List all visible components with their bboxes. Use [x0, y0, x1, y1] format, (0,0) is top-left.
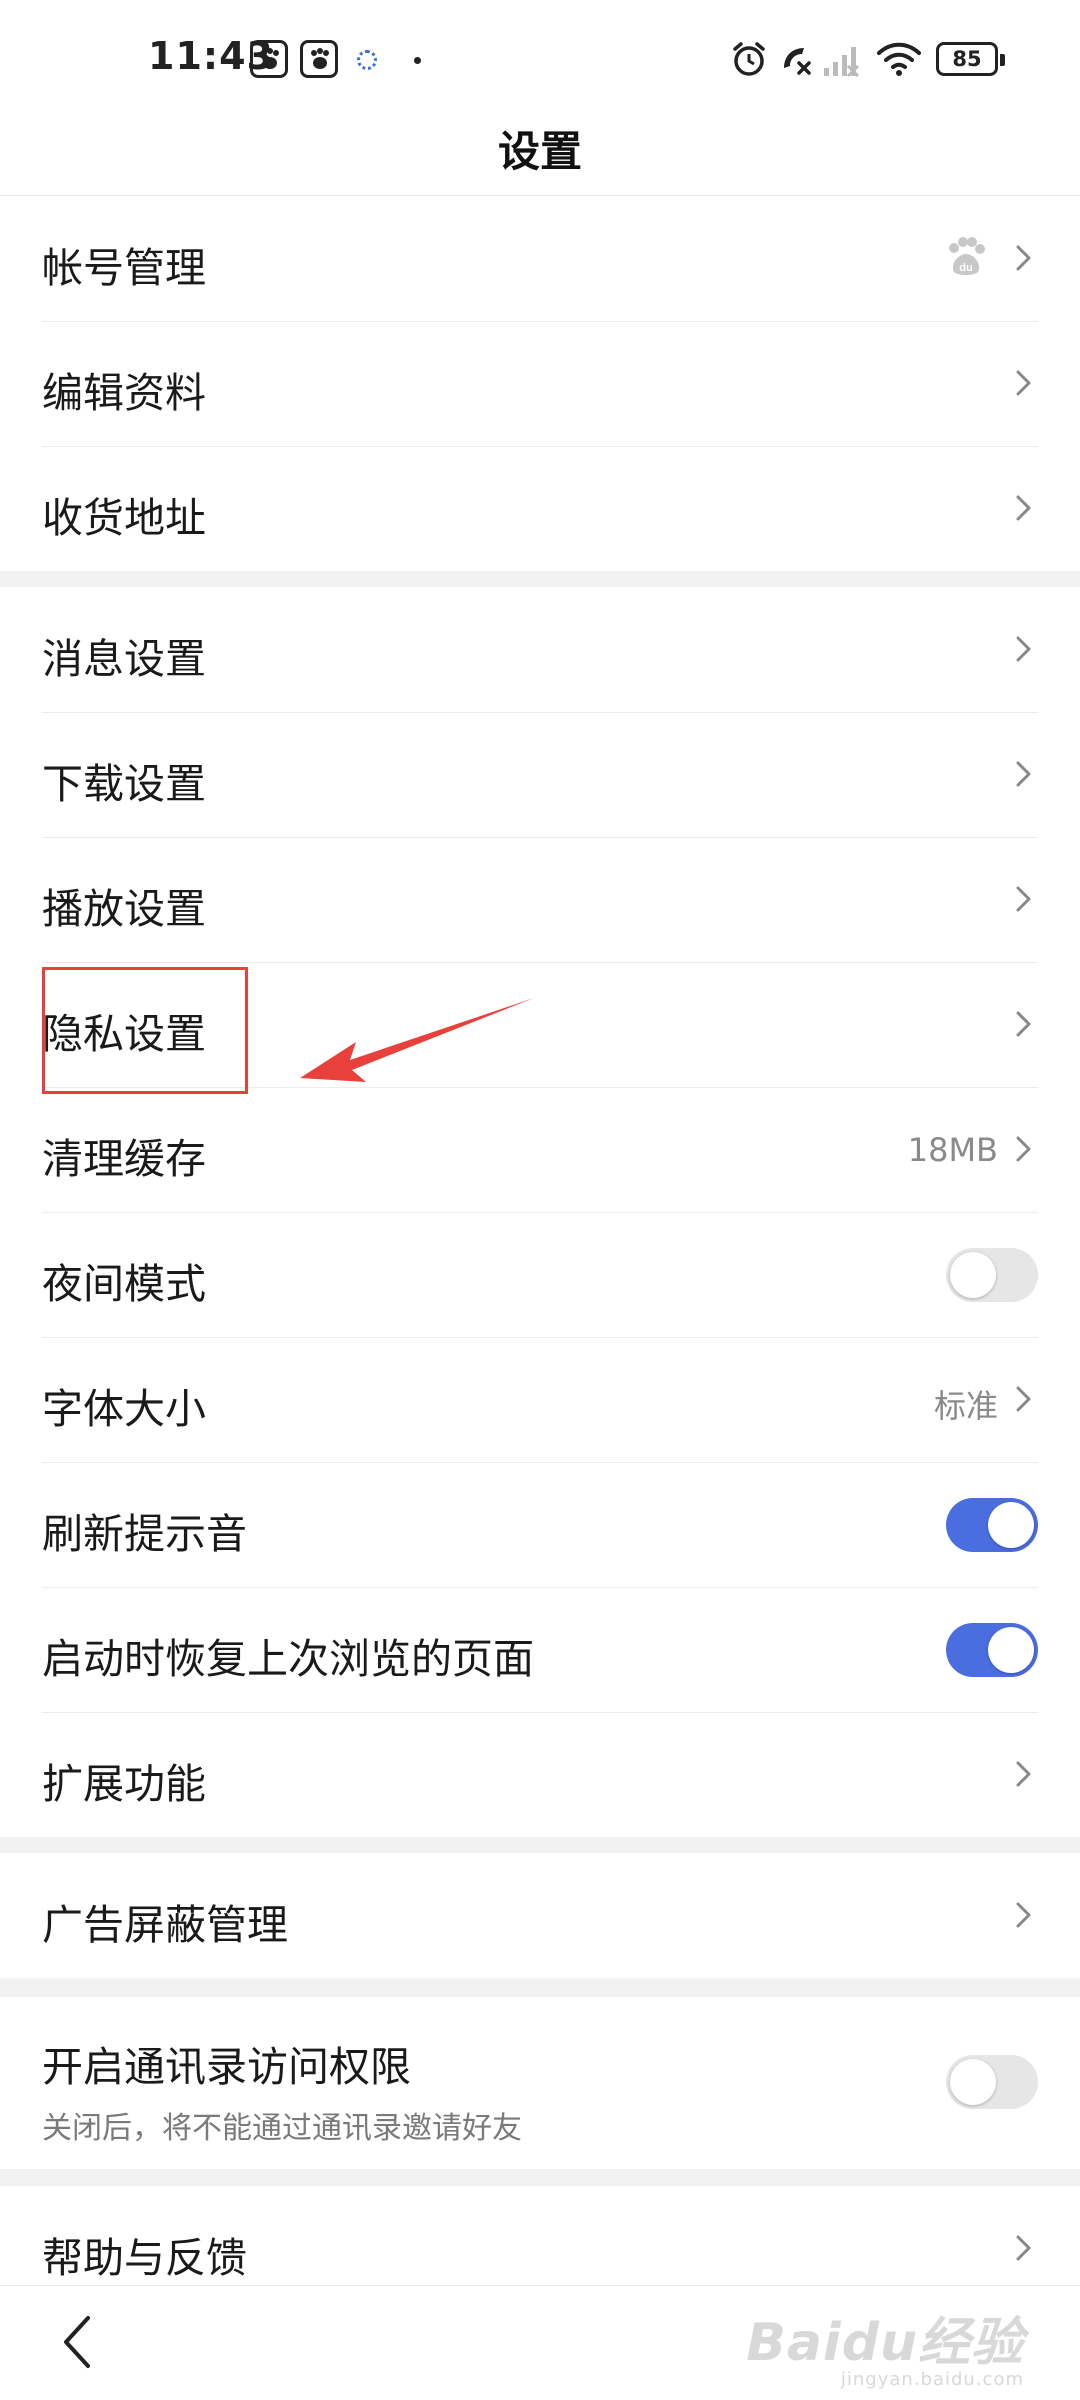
toggle-knob — [988, 1627, 1034, 1673]
watermark-logo-text: Baidu经验 — [746, 2313, 1024, 2373]
settings-group-ads: 广告屏蔽管理 — [0, 1853, 1080, 1978]
settings-item-label: 字体大小 — [42, 1385, 206, 1433]
settings-item-label: 启动时恢复上次浏览的页面 — [42, 1635, 534, 1683]
night-mode-toggle[interactable] — [946, 1248, 1038, 1302]
settings-item-ad-block[interactable]: 广告屏蔽管理 — [0, 1853, 1080, 1978]
title-bar: 设置 — [0, 100, 1080, 196]
settings-item-label: 刷新提示音 — [42, 1510, 247, 1558]
settings-item-account-management[interactable]: 帐号管理 du — [0, 196, 1080, 321]
chevron-right-icon — [1016, 761, 1031, 787]
battery-indicator: 85 — [936, 42, 1005, 76]
settings-item-message[interactable]: 消息设置 — [0, 587, 1080, 712]
watermark: Baidu经验 jingyan.baidu.com — [746, 2300, 1024, 2390]
settings-item-label: 编辑资料 — [42, 369, 206, 417]
settings-item-shipping-address[interactable]: 收货地址 — [0, 446, 1080, 571]
toggle-knob — [988, 1502, 1034, 1548]
chevron-right-icon — [1016, 1902, 1031, 1928]
chevron-right-icon — [1016, 2235, 1031, 2261]
settings-item-playback[interactable]: 播放设置 — [0, 837, 1080, 962]
chevron-right-icon — [1016, 636, 1031, 662]
settings-item-label: 开启通讯录访问权限 — [42, 2043, 411, 2091]
chevron-right-icon — [1016, 1761, 1031, 1787]
chevron-right-icon — [1016, 886, 1031, 912]
bottom-navigation-bar: Baidu经验 jingyan.baidu.com — [0, 2285, 1080, 2400]
more-notifications-dot — [414, 57, 421, 64]
settings-item-label: 帐号管理 — [42, 244, 206, 292]
signal-icon — [824, 47, 860, 78]
annotation-arrow-icon — [300, 998, 534, 1082]
settings-item-refresh-sound: 刷新提示音 — [0, 1462, 1080, 1587]
settings-item-clear-cache[interactable]: 清理缓存 18MB — [0, 1087, 1080, 1212]
settings-item-edit-profile[interactable]: 编辑资料 — [0, 321, 1080, 446]
toggle-knob — [950, 1252, 996, 1298]
settings-group-account: 帐号管理 du 编辑资料 收货地址 — [0, 196, 1080, 571]
font-size-value: 标准 — [933, 1387, 998, 1425]
app-notification-icon — [357, 50, 377, 70]
settings-item-label: 播放设置 — [42, 885, 206, 933]
settings-item-label: 夜间模式 — [42, 1260, 206, 1308]
settings-item-label: 帮助与反馈 — [42, 2234, 247, 2282]
refresh-sound-toggle[interactable] — [946, 1498, 1038, 1552]
settings-item-label: 下载设置 — [42, 760, 206, 808]
missed-call-icon — [784, 48, 811, 75]
svg-text:du: du — [959, 262, 972, 274]
contacts-permission-toggle[interactable] — [946, 2055, 1038, 2109]
annotation-highlight-box — [42, 967, 248, 1094]
chevron-right-icon — [1016, 1011, 1031, 1037]
settings-item-extensions[interactable]: 扩展功能 — [0, 1712, 1080, 1837]
settings-item-label: 消息设置 — [42, 635, 206, 683]
chevron-right-icon — [1016, 1386, 1031, 1412]
settings-group-general: 消息设置 下载设置 播放设置 隐私设置 清理缓存 18MB 夜间模式 字体大小 … — [0, 587, 1080, 1837]
settings-item-font-size[interactable]: 字体大小 标准 — [0, 1337, 1080, 1462]
settings-screen: 11:43 85 设置 帐号管理 du 编辑资料 收货地址 消息设置 下载设置 … — [0, 0, 1080, 2400]
page-title: 设置 — [497, 127, 582, 176]
settings-group-contacts: 开启通讯录访问权限 关闭后，将不能通过通讯录邀请好友 — [0, 1997, 1080, 2169]
alarm-icon — [733, 42, 765, 76]
settings-item-download[interactable]: 下载设置 — [0, 712, 1080, 837]
chevron-right-icon — [1016, 1136, 1031, 1162]
cache-size-value: 18MB — [907, 1131, 998, 1169]
baidu-paw-icon: du — [949, 237, 985, 275]
settings-item-restore-last-page: 启动时恢复上次浏览的页面 — [0, 1587, 1080, 1712]
baidu-app-notification-icon — [250, 40, 288, 78]
chevron-right-icon — [1016, 495, 1031, 521]
back-arrow-icon[interactable] — [58, 2312, 98, 2372]
toggle-knob — [950, 2059, 996, 2105]
settings-item-label: 广告屏蔽管理 — [42, 1901, 288, 1949]
baidu-app-notification-icon — [300, 40, 338, 78]
chevron-right-icon — [1016, 370, 1031, 396]
settings-item-contacts-permission: 开启通讯录访问权限 关闭后，将不能通过通讯录邀请好友 — [0, 1997, 1080, 2169]
settings-item-sublabel: 关闭后，将不能通过通讯录邀请好友 — [42, 2111, 522, 2146]
wifi-icon — [877, 42, 921, 76]
settings-item-label: 收货地址 — [42, 494, 206, 542]
restore-last-page-toggle[interactable] — [946, 1623, 1038, 1677]
chevron-right-icon — [1016, 245, 1031, 271]
settings-item-night-mode: 夜间模式 — [0, 1212, 1080, 1337]
settings-item-label: 扩展功能 — [42, 1760, 206, 1808]
settings-item-label: 清理缓存 — [42, 1135, 206, 1183]
